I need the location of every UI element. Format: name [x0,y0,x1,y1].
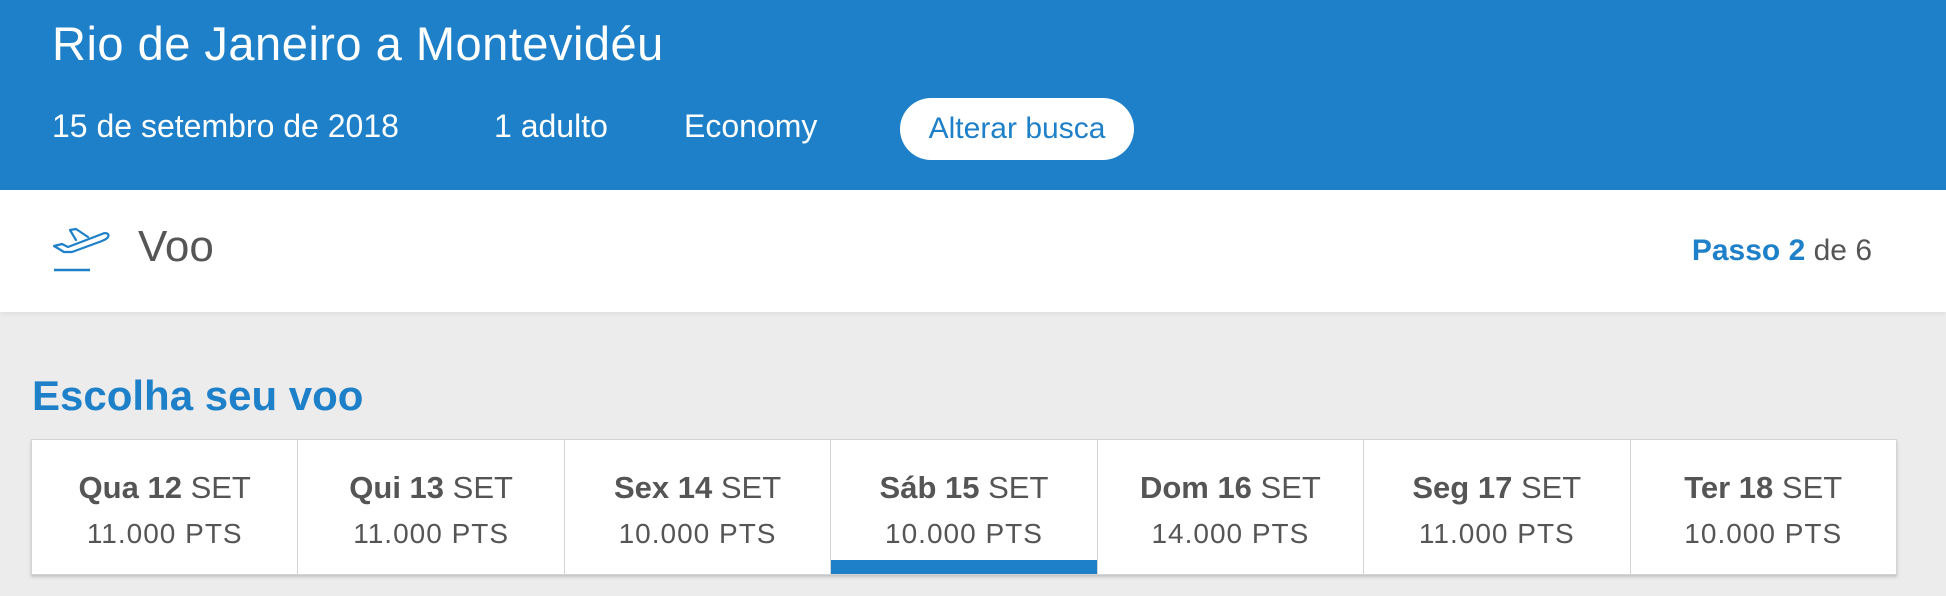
date-tab[interactable]: Qua 12 SET 11.000 PTS [32,440,299,574]
plane-takeoff-icon [50,218,114,274]
cabin-class: Economy [684,108,818,144]
date-price: 11.000 PTS [1418,518,1575,549]
date-tab[interactable]: Qui 13 SET 11.000 PTS [298,440,565,574]
date-day: Ter 18 [1684,470,1774,505]
date-price: 14.000 PTS [1151,518,1310,549]
date-day: Sáb 15 [879,470,980,505]
date-month: SET [1781,470,1843,505]
passenger-count: 1 adulto [494,108,608,144]
travel-date: 15 de setembro de 2018 [52,108,399,144]
step-counter: Passo 2 de 6 [1692,234,1872,268]
date-tab-selected[interactable]: Sáb 15 SET 10.000 PTS [831,440,1098,574]
current-step: Passo 2 [1691,234,1806,267]
date-tab[interactable]: Sex 14 SET 10.000 PTS [565,440,832,574]
total-steps: de 6 [1813,234,1872,267]
section-title: Escolha seu voo [32,372,364,419]
date-month: SET [988,470,1049,505]
date-month: SET [1520,470,1582,505]
date-price: 11.000 PTS [86,518,243,549]
date-day: Qua 12 [78,470,182,505]
date-tab[interactable]: Dom 16 SET 14.000 PTS [1098,440,1365,574]
date-day: Sex 14 [613,470,713,505]
date-month: SET [452,470,513,505]
date-month: SET [190,470,251,505]
date-day: Qui 13 [349,470,445,505]
date-price: 10.000 PTS [618,518,777,549]
date-month: SET [1260,470,1321,505]
step-name: Voo [138,222,214,271]
date-day: Dom 16 [1139,470,1252,505]
step-bar: Voo Passo 2 de 6 [0,190,1946,312]
selected-indicator [831,560,1097,574]
search-header: Rio de Janeiro a Montevidéu 15 de setemb… [0,0,1946,190]
date-tab[interactable]: Ter 18 SET 10.000 PTS [1631,440,1896,574]
change-search-button[interactable]: Alterar busca [900,98,1134,160]
date-selector: Qua 12 SET 11.000 PTS Qui 13 SET 11.000 … [31,439,1897,575]
route-title: Rio de Janeiro a Montevidéu [52,17,664,70]
date-tab[interactable]: Seg 17 SET 11.000 PTS [1364,440,1631,574]
date-price: 10.000 PTS [885,518,1043,549]
date-price: 10.000 PTS [1684,518,1843,549]
date-day: Seg 17 [1412,470,1513,505]
date-price: 11.000 PTS [353,518,510,549]
date-month: SET [720,470,782,505]
